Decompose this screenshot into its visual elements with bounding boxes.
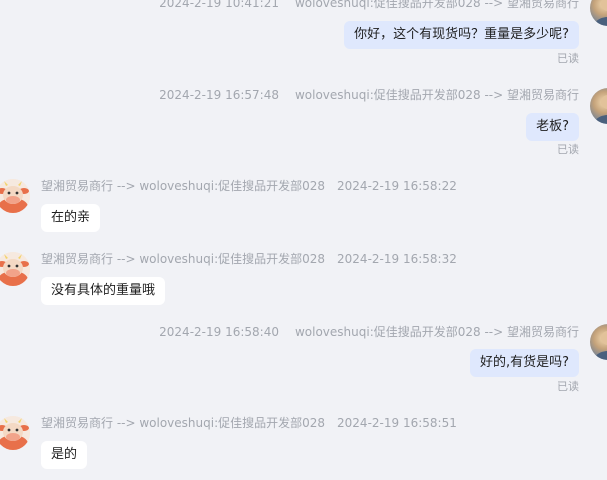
- message-time: 2024-2-19 10:41:21: [159, 0, 279, 10]
- message-meta-2: 2024-2-19 16:57:48 woloveshuqi:促佳搜品开发部028…: [159, 88, 579, 102]
- read-status: 已读: [557, 143, 579, 156]
- message-meta-4: 望湘贸易商行 --> woloveshuqi:促佳搜品开发部028 2024-2-…: [41, 252, 457, 266]
- cartoon-cow-icon: [0, 416, 30, 450]
- user-photo-avatar-icon: [594, 0, 607, 26]
- self-avatar[interactable]: [590, 324, 607, 360]
- message-time: 2024-2-19 16:58:32: [337, 252, 457, 266]
- chat-message-list[interactable]: 2024-2-19 10:41:21 woloveshuqi:促佳搜品开发部028…: [0, 0, 607, 480]
- message-sender: 望湘贸易商行 --> woloveshuqi:促佳搜品开发部028: [41, 179, 326, 193]
- cartoon-cow-icon: [0, 252, 30, 286]
- message-time: 2024-2-19 16:58:51: [337, 416, 457, 430]
- read-status: 已读: [557, 52, 579, 65]
- message-meta-6: 望湘贸易商行 --> woloveshuqi:促佳搜品开发部028 2024-2-…: [41, 416, 457, 430]
- message-meta-5: 2024-2-19 16:58:40 woloveshuqi:促佳搜品开发部028…: [159, 325, 579, 339]
- message-meta-3: 望湘贸易商行 --> woloveshuqi:促佳搜品开发部028 2024-2-…: [41, 179, 457, 193]
- user-photo-avatar-icon: [594, 95, 607, 124]
- message-sender: woloveshuqi:促佳搜品开发部028 --> 望湘贸易商行: [294, 0, 579, 10]
- outgoing-message-bubble[interactable]: 老板?: [526, 113, 579, 141]
- message-time: 2024-2-19 16:57:48: [159, 88, 279, 102]
- read-status: 已读: [557, 380, 579, 393]
- incoming-message-bubble[interactable]: 是的: [41, 441, 88, 469]
- message-sender: woloveshuqi:促佳搜品开发部028 --> 望湘贸易商行: [294, 325, 579, 339]
- self-avatar[interactable]: [590, 88, 607, 124]
- message-sender: 望湘贸易商行 --> woloveshuqi:促佳搜品开发部028: [41, 416, 326, 430]
- message-time: 2024-2-19 16:58:22: [337, 179, 457, 193]
- message-meta-1: 2024-2-19 10:41:21 woloveshuqi:促佳搜品开发部028…: [159, 0, 579, 10]
- message-sender: 望湘贸易商行 --> woloveshuqi:促佳搜品开发部028: [41, 252, 326, 266]
- message-time: 2024-2-19 16:58:40: [159, 325, 279, 339]
- contact-avatar[interactable]: [0, 416, 30, 450]
- user-photo-avatar-icon: [594, 331, 607, 360]
- contact-avatar[interactable]: [0, 252, 30, 286]
- incoming-message-bubble[interactable]: 没有具体的重量哦: [41, 277, 166, 305]
- outgoing-message-bubble[interactable]: 你好，这个有现货吗？重量是多少呢?: [344, 21, 579, 49]
- self-avatar[interactable]: [590, 0, 607, 26]
- contact-avatar[interactable]: [0, 179, 30, 213]
- message-sender: woloveshuqi:促佳搜品开发部028 --> 望湘贸易商行: [294, 88, 579, 102]
- outgoing-message-bubble[interactable]: 好的,有货是吗?: [469, 349, 579, 377]
- incoming-message-bubble[interactable]: 在的亲: [41, 204, 101, 232]
- cartoon-cow-icon: [0, 179, 30, 213]
